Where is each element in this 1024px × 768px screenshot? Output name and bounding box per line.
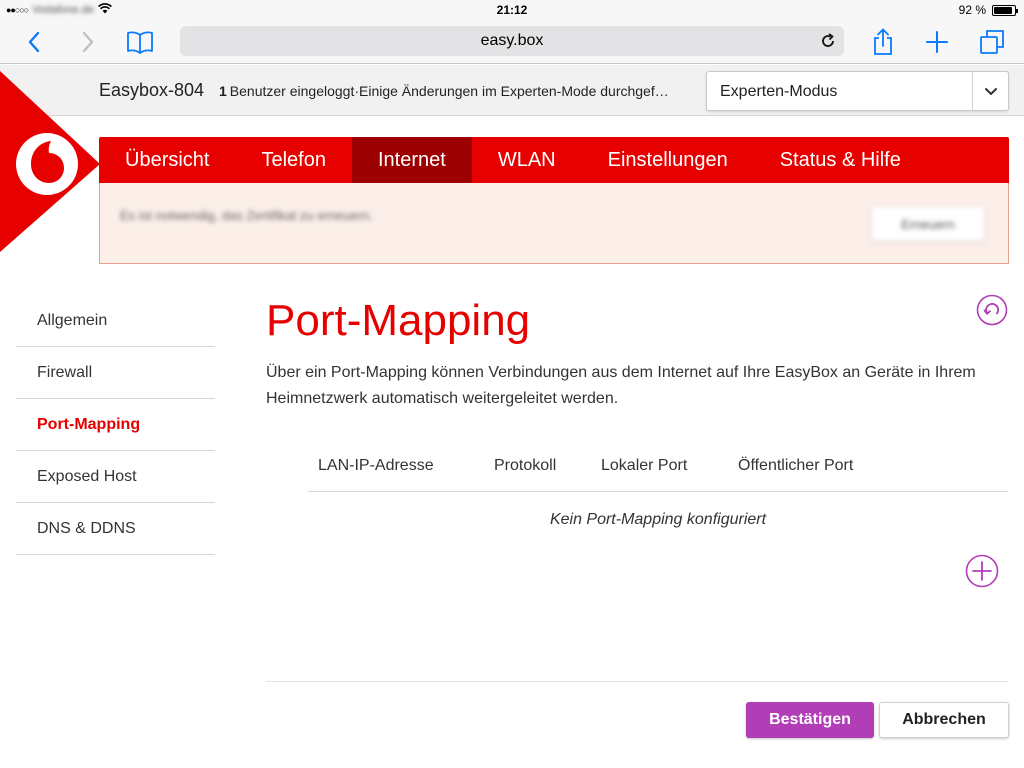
renew-button[interactable]: Erneuern <box>872 207 984 241</box>
add-mapping-icon[interactable] <box>965 554 999 588</box>
device-model: Easybox-804 <box>99 80 205 100</box>
column-header-oeffentlicher-port: Öffentlicher Port <box>738 457 854 474</box>
user-count: 1 <box>219 83 227 99</box>
column-header-protokoll: Protokoll <box>494 457 557 474</box>
sidebar-item-exposed-host[interactable]: Exposed Host <box>16 451 215 503</box>
nav-status-hilfe[interactable]: Status & Hilfe <box>754 137 927 183</box>
battery-percent: 92 % <box>958 3 986 17</box>
plus-icon[interactable] <box>921 26 953 58</box>
share-icon[interactable] <box>867 26 899 58</box>
nav-wlan[interactable]: WLAN <box>472 137 582 183</box>
sidebar-item-dns-ddns[interactable]: DNS & DDNS <box>16 503 215 555</box>
divider <box>266 681 1008 682</box>
nav-uebersicht[interactable]: Übersicht <box>99 137 235 183</box>
nav-telefon[interactable]: Telefon <box>235 137 352 183</box>
column-header-lan-ip: LAN-IP-Adresse <box>318 457 434 474</box>
refresh-icon[interactable] <box>976 294 1008 326</box>
address-bar[interactable]: easy.box <box>180 26 844 56</box>
notice-text: Benutzer eingeloggt·Einige Änderungen im… <box>229 83 669 99</box>
ios-status-bar: ●●○○○ Vodafone.de 21:12 92 % <box>0 0 1024 20</box>
sidebar-item-allgemein[interactable]: Allgemein <box>16 295 215 347</box>
certificate-alert: Es ist notwendig, das Zertifikat zu erne… <box>99 183 1009 264</box>
confirm-button[interactable]: Bestätigen <box>746 702 874 738</box>
mode-select-value: Experten-Modus <box>720 83 838 100</box>
cancel-button[interactable]: Abbrechen <box>879 702 1009 738</box>
page-description: Über ein Port-Mapping können Verbindunge… <box>266 364 976 407</box>
main-nav: Übersicht Telefon Internet WLAN Einstell… <box>99 137 1009 183</box>
tabs-icon[interactable] <box>976 26 1008 58</box>
mode-select[interactable]: Experten-Modus <box>706 71 1009 111</box>
book-icon[interactable] <box>124 26 156 58</box>
reload-icon[interactable] <box>818 31 838 51</box>
sidebar-item-firewall[interactable]: Firewall <box>16 347 215 399</box>
alert-message: Es ist notwendig, das Zertifikat zu erne… <box>120 208 373 223</box>
clock: 21:12 <box>496 3 528 17</box>
battery-icon <box>992 4 1018 16</box>
nav-einstellungen[interactable]: Einstellungen <box>582 137 754 183</box>
column-header-lokaler-port: Lokaler Port <box>601 457 688 474</box>
chevron-left-icon[interactable] <box>18 26 50 58</box>
sidebar-item-port-mapping[interactable]: Port-Mapping <box>16 399 215 451</box>
chevron-down-icon <box>972 72 1008 110</box>
login-notice: 1 Benutzer eingeloggt·Einige Änderungen i… <box>219 83 694 99</box>
sidebar: Allgemein Firewall Port-Mapping Exposed … <box>16 295 215 555</box>
vodafone-logo[interactable] <box>0 71 100 252</box>
url-text: easy.box <box>480 32 544 49</box>
chevron-right-icon[interactable] <box>72 26 104 58</box>
nav-internet[interactable]: Internet <box>351 137 472 183</box>
table-header: LAN-IP-Adresse Protokoll Lokaler Port Öf… <box>308 444 1008 492</box>
empty-state-text: Kein Port-Mapping konfiguriert <box>549 510 767 528</box>
port-mapping-table: LAN-IP-Adresse Protokoll Lokaler Port Öf… <box>308 444 1008 547</box>
browser-toolbar: easy.box <box>0 20 1024 64</box>
router-header: Easybox-804 1 Benutzer eingeloggt·Einige … <box>0 65 1024 116</box>
page-title: Port-Mapping <box>266 296 531 345</box>
